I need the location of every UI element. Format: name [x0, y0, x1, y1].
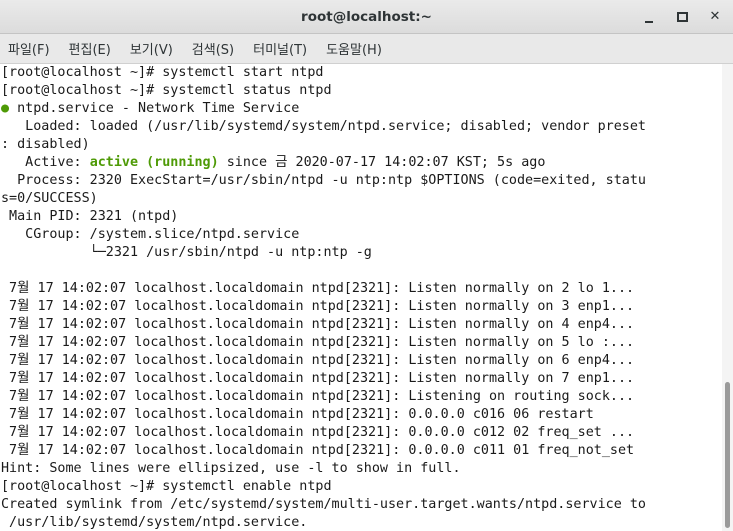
line-text: ntpd.service - Network Time Service: [9, 101, 300, 116]
status-dot-icon: ●: [1, 101, 10, 116]
menu-help[interactable]: 도움말(H): [324, 37, 384, 60]
terminal-line: [root@localhost ~]# systemctl enable ntp…: [0, 478, 722, 496]
line-text: Hint: Some lines were ellipsized, use -l…: [1, 461, 461, 476]
line-text: [root@localhost ~]# systemctl status ntp…: [1, 83, 332, 98]
terminal-line: Created symlink from /etc/systemd/system…: [0, 496, 722, 514]
menu-search[interactable]: 검색(S): [190, 37, 236, 60]
terminal-line: Process: 2320 ExecStart=/usr/sbin/ntpd -…: [0, 172, 722, 190]
line-text: Created symlink from /etc/systemd/system…: [1, 497, 646, 512]
line-text: 7월 17 14:02:07 localhost.localdomain ntp…: [1, 443, 635, 458]
terminal-line: 7월 17 14:02:07 localhost.localdomain ntp…: [0, 370, 722, 388]
terminal-output[interactable]: [root@localhost ~]# systemctl start ntpd…: [0, 64, 722, 531]
line-text: └─2321 /usr/sbin/ntpd -u ntp:ntp -g: [1, 245, 372, 260]
terminal-line: 7월 17 14:02:07 localhost.localdomain ntp…: [0, 406, 722, 424]
active-status-text: active (running): [89, 155, 219, 170]
terminal-line: 7월 17 14:02:07 localhost.localdomain ntp…: [0, 352, 722, 370]
line-text: CGroup: /system.slice/ntpd.service: [1, 227, 300, 242]
vertical-scrollbar[interactable]: [722, 64, 733, 531]
line-text: 7월 17 14:02:07 localhost.localdomain ntp…: [1, 317, 635, 332]
close-button[interactable]: ✕: [703, 5, 727, 29]
line-text: since 금 2020-07-17 14:02:07 KST; 5s ago: [218, 155, 546, 170]
scrollbar-thumb[interactable]: [725, 382, 730, 528]
terminal-line: 7월 17 14:02:07 localhost.localdomain ntp…: [0, 280, 722, 298]
maximize-button[interactable]: [670, 5, 694, 29]
line-text: : disabled): [1, 137, 90, 152]
menu-edit[interactable]: 편집(E): [67, 37, 113, 60]
terminal-line: : disabled): [0, 136, 722, 154]
terminal-line: ● ntpd.service - Network Time Service: [0, 100, 722, 118]
terminal-line: 7월 17 14:02:07 localhost.localdomain ntp…: [0, 442, 722, 460]
line-text: 7월 17 14:02:07 localhost.localdomain ntp…: [1, 353, 635, 368]
line-text: 7월 17 14:02:07 localhost.localdomain ntp…: [1, 407, 594, 422]
terminal-line: s=0/SUCCESS): [0, 190, 722, 208]
line-text: /usr/lib/systemd/system/ntpd.service.: [1, 515, 308, 530]
line-text: 7월 17 14:02:07 localhost.localdomain ntp…: [1, 299, 635, 314]
terminal-line: 7월 17 14:02:07 localhost.localdomain ntp…: [0, 388, 722, 406]
terminal-line: Main PID: 2321 (ntpd): [0, 208, 722, 226]
line-prefix: Active:: [1, 155, 90, 170]
terminal-line: /usr/lib/systemd/system/ntpd.service.: [0, 514, 722, 531]
terminal-line: 7월 17 14:02:07 localhost.localdomain ntp…: [0, 424, 722, 442]
line-text: 7월 17 14:02:07 localhost.localdomain ntp…: [1, 281, 635, 296]
terminal-line: 7월 17 14:02:07 localhost.localdomain ntp…: [0, 334, 722, 352]
terminal-line: [root@localhost ~]# systemctl status ntp…: [0, 82, 722, 100]
title-bar[interactable]: root@localhost:~ ✕: [0, 0, 733, 34]
line-text: Loaded: loaded (/usr/lib/systemd/system/…: [1, 119, 646, 134]
menu-view[interactable]: 보기(V): [128, 37, 175, 60]
terminal-line: Hint: Some lines were ellipsized, use -l…: [0, 460, 722, 478]
menu-bar: 파일(F) 편집(E) 보기(V) 검색(S) 터미널(T) 도움말(H): [0, 34, 733, 64]
maximize-icon: [676, 12, 688, 22]
terminal-line: 7월 17 14:02:07 localhost.localdomain ntp…: [0, 298, 722, 316]
line-text: [root@localhost ~]# systemctl enable ntp…: [1, 479, 332, 494]
line-text: [root@localhost ~]# systemctl start ntpd: [1, 65, 324, 80]
terminal-line: CGroup: /system.slice/ntpd.service: [0, 226, 722, 244]
menu-file[interactable]: 파일(F): [6, 37, 52, 60]
terminal-line: Active: active (running) since 금 2020-07…: [0, 154, 722, 172]
line-text: 7월 17 14:02:07 localhost.localdomain ntp…: [1, 371, 635, 386]
terminal-line: └─2321 /usr/sbin/ntpd -u ntp:ntp -g: [0, 244, 722, 262]
line-text: Main PID: 2321 (ntpd): [1, 209, 179, 224]
line-text: 7월 17 14:02:07 localhost.localdomain ntp…: [1, 389, 635, 404]
line-text: Process: 2320 ExecStart=/usr/sbin/ntpd -…: [1, 173, 646, 188]
line-text: 7월 17 14:02:07 localhost.localdomain ntp…: [1, 425, 635, 440]
terminal-window: root@localhost:~ ✕ 파일(F) 편집(E) 보기(V) 검색(…: [0, 0, 733, 531]
minimize-icon: [645, 21, 653, 23]
terminal-line: 7월 17 14:02:07 localhost.localdomain ntp…: [0, 316, 722, 334]
minimize-button[interactable]: [637, 5, 661, 29]
line-text: 7월 17 14:02:07 localhost.localdomain ntp…: [1, 335, 635, 350]
terminal-line: Loaded: loaded (/usr/lib/systemd/system/…: [0, 118, 722, 136]
line-text: s=0/SUCCESS): [1, 191, 98, 206]
terminal-line: [root@localhost ~]# systemctl start ntpd: [0, 64, 722, 82]
menu-terminal[interactable]: 터미널(T): [251, 37, 309, 60]
window-title: root@localhost:~: [301, 9, 432, 25]
